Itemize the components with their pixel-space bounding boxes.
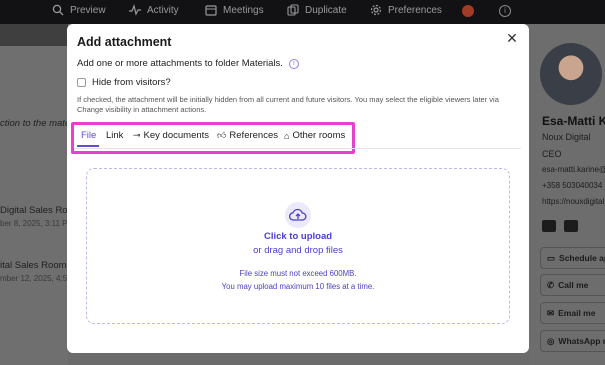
call-me-button[interactable]: ✆ Call me xyxy=(540,274,605,296)
tab-file[interactable]: File xyxy=(81,130,96,141)
active-tab-indicator xyxy=(77,145,99,147)
nav-meetings-label: Meetings xyxy=(223,4,264,16)
nav-meetings[interactable]: Meetings xyxy=(205,4,264,16)
top-navigation-bar: Preview Activity Meetings Duplicate Pref… xyxy=(0,0,605,24)
call-me-label: Call me xyxy=(558,280,589,290)
profile-phone[interactable]: +358 503040034 xyxy=(542,181,602,190)
background-snippet: ction to the mate xyxy=(0,118,71,129)
whatsapp-icon: ◎ xyxy=(547,335,555,346)
nav-preferences-label: Preferences xyxy=(388,4,442,16)
upload-icon[interactable] xyxy=(285,202,311,228)
profile-company: Noux Digital xyxy=(542,132,591,142)
whatsapp-button[interactable]: ◎WhatsApp m xyxy=(540,330,605,352)
tab-other-rooms[interactable]: ⌂ Other rooms xyxy=(284,130,345,141)
dialog-lead: Add one or more attachments to folder Ma… xyxy=(77,58,299,69)
file-size-note: File size must not exceed 600MB. xyxy=(239,269,357,278)
profile-role: CEO xyxy=(542,149,562,159)
email-me-button[interactable]: ✉ Email me xyxy=(540,302,605,324)
calendar-icon xyxy=(205,5,217,16)
schedule-button-label: Schedule ap xyxy=(559,253,605,263)
profile-website[interactable]: https://nouxdigital xyxy=(542,197,604,206)
room-date-2: mber 12, 2025, 4:53 xyxy=(0,274,72,283)
tab-file-label: File xyxy=(81,130,97,141)
tab-other-rooms-label: Other rooms xyxy=(292,130,346,141)
whatsapp-label: WhatsApp m xyxy=(558,336,605,346)
hide-from-visitors-label: Hide from visitors? xyxy=(92,77,171,88)
duplicate-icon xyxy=(287,4,299,16)
help-text: If checked, the attachment will be initi… xyxy=(77,95,499,114)
cloud-upload-icon xyxy=(289,208,307,221)
tabs-divider xyxy=(74,148,521,149)
schedule-button[interactable]: ▭ Schedule ap xyxy=(540,247,605,269)
info-icon[interactable]: i xyxy=(499,5,511,17)
nav-preferences[interactable]: Preferences xyxy=(370,4,442,16)
user-avatar[interactable] xyxy=(462,5,474,17)
hide-from-visitors-row[interactable]: Hide from visitors? xyxy=(77,77,171,88)
nav-activity-label: Activity xyxy=(147,4,179,16)
tab-link[interactable]: Link xyxy=(106,130,123,141)
background-left-panel xyxy=(0,24,68,365)
profile-name: Esa-Matti Ka xyxy=(542,114,605,128)
home-icon: ⌂ xyxy=(284,130,290,141)
linkedin-icon[interactable] xyxy=(542,220,556,232)
add-attachment-dialog: Add attachment ✕ Add one or more attachm… xyxy=(67,24,529,353)
key-icon: ⊸ xyxy=(133,130,141,140)
tab-key-documents[interactable]: ⊸ Key documents xyxy=(133,130,209,141)
room-name-2: ital Sales Room xyxy=(0,260,67,271)
phone-icon: ✆ xyxy=(547,279,555,290)
close-icon[interactable]: ✕ xyxy=(504,30,520,46)
email-me-label: Email me xyxy=(558,308,596,318)
tab-references[interactable]: 👍︎ References xyxy=(217,130,278,141)
file-count-note: You may upload maximum 10 files at a tim… xyxy=(221,282,375,291)
nav-duplicate-label: Duplicate xyxy=(305,4,347,16)
dialog-title: Add attachment xyxy=(77,35,172,49)
gear-icon xyxy=(370,4,382,16)
hide-from-visitors-checkbox[interactable] xyxy=(77,78,86,87)
nav-activity[interactable]: Activity xyxy=(129,4,179,16)
thumbs-up-icon: 👍︎ xyxy=(217,130,227,140)
tab-references-label: References xyxy=(229,130,278,141)
info-icon[interactable]: i xyxy=(288,58,299,69)
mail-icon: ✉ xyxy=(547,307,555,318)
profile-email[interactable]: esa-matti.karine@ xyxy=(542,165,605,174)
drag-drop-text: or drag and drop files xyxy=(253,245,343,256)
tab-key-documents-label: Key documents xyxy=(143,130,210,141)
search-icon xyxy=(52,4,64,16)
nav-preview[interactable]: Preview xyxy=(52,4,106,16)
activity-icon xyxy=(129,4,141,16)
room-date-1: ber 8, 2025, 3:11 PM xyxy=(0,219,75,228)
nav-preview-label: Preview xyxy=(70,4,106,16)
youtube-icon[interactable] xyxy=(564,220,578,232)
nav-duplicate[interactable]: Duplicate xyxy=(287,4,347,16)
tab-link-label: Link xyxy=(106,130,124,141)
profile-photo xyxy=(540,43,602,105)
calendar-icon: ▭ xyxy=(547,252,556,263)
lead-text: Add one or more attachments to folder Ma… xyxy=(77,58,283,69)
click-to-upload-link[interactable]: Click to upload xyxy=(67,231,529,242)
